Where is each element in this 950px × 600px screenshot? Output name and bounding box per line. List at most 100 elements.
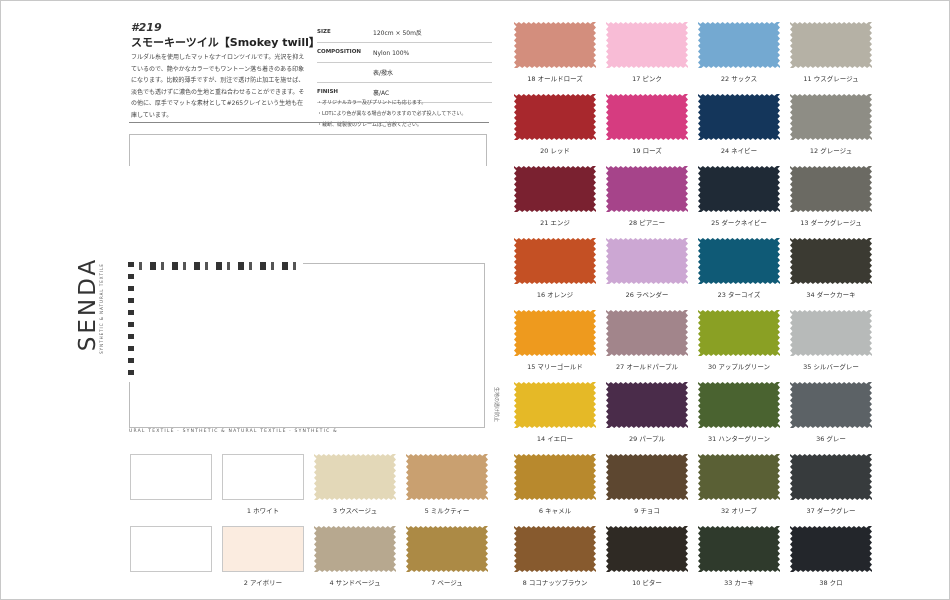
swatch-color: [790, 94, 872, 140]
brand-tagline: SYNTHETIC & NATURAL TEXTILE: [98, 263, 104, 354]
fabric-sample-area-top: [129, 134, 487, 166]
spec-key: COMPOSITION: [317, 49, 361, 55]
swatch-color: [606, 166, 688, 212]
swatch-color: [222, 454, 304, 500]
swatch-card-page: SENDA SYNTHETIC & NATURAL TEXTILE #219 ス…: [0, 0, 950, 600]
color-swatch[interactable]: 24 ネイビー: [698, 94, 780, 155]
swatch-label: 35 シルバーグレー: [803, 363, 859, 371]
spec-row: SIZE 120cm × 50m反: [317, 27, 492, 43]
swatch-color: [698, 94, 780, 140]
spec-key: FINISH: [317, 89, 339, 95]
color-swatch[interactable]: 17 ピンク: [606, 22, 688, 83]
spec-value: 裏/AC: [373, 90, 390, 97]
brand-logo: SENDA: [75, 256, 102, 352]
spec-value: 表/撥水: [373, 70, 394, 77]
header-divider: [129, 122, 489, 123]
swatch-color: [790, 238, 872, 284]
product-code: #219: [131, 21, 162, 34]
color-swatch[interactable]: 23 ターコイズ: [698, 238, 780, 299]
swatch-color: [514, 310, 596, 356]
color-swatch[interactable]: 1 ホワイト: [222, 454, 304, 515]
fabric-sample-area-bottom: [128, 262, 485, 428]
swatch-color: [698, 310, 780, 356]
color-swatch[interactable]: 12 グレージュ: [790, 94, 872, 155]
swatch-color: [606, 94, 688, 140]
swatch-color: [698, 166, 780, 212]
spec-key: SIZE: [317, 29, 331, 35]
color-swatch[interactable]: 33 カーキ: [698, 526, 780, 587]
color-swatch[interactable]: 36 グレー: [790, 382, 872, 443]
swatch-color: [606, 454, 688, 500]
color-swatch[interactable]: 14 イエロー: [514, 382, 596, 443]
color-swatch[interactable]: 18 オールドローズ: [514, 22, 596, 83]
note-item: ・LOTにより色が異なる場合がありますので必ず投入して下さい。: [317, 111, 467, 117]
color-swatch[interactable]: 6 キャメル: [514, 454, 596, 515]
product-title: スモーキーツイル【Smokey twill】: [131, 36, 320, 49]
color-swatch[interactable]: 4 サンドベージュ: [314, 526, 396, 587]
fabric-edge-top: [128, 262, 303, 270]
color-swatch[interactable]: 28 ピアニー: [606, 166, 688, 227]
color-swatch[interactable]: [130, 526, 212, 572]
color-swatch[interactable]: 10 ビター: [606, 526, 688, 587]
swatch-color: [790, 526, 872, 572]
swatch-color: [698, 22, 780, 68]
swatch-color: [790, 454, 872, 500]
swatch-color: [606, 382, 688, 428]
color-swatch[interactable]: 38 クロ: [790, 526, 872, 587]
color-swatch[interactable]: 35 シルバーグレー: [790, 310, 872, 371]
color-swatch[interactable]: 25 ダークネイビー: [698, 166, 780, 227]
color-swatch[interactable]: 13 ダークグレージュ: [790, 166, 872, 227]
swatch-label: 7 ベージュ: [431, 579, 463, 587]
swatch-color: [514, 238, 596, 284]
color-swatch[interactable]: 16 オレンジ: [514, 238, 596, 299]
color-swatch[interactable]: 9 チョコ: [606, 454, 688, 515]
color-swatch[interactable]: 22 サックス: [698, 22, 780, 83]
swatch-color: [698, 454, 780, 500]
swatch-color: [514, 94, 596, 140]
color-swatch[interactable]: 3 ウスベージュ: [314, 454, 396, 515]
color-swatch[interactable]: 2 アイボリー: [222, 526, 304, 587]
vertical-note: 生地の透け防止: [493, 386, 500, 423]
color-swatch[interactable]: 37 ダークグレー: [790, 454, 872, 515]
swatch-color: [314, 526, 396, 572]
product-description: フルダル糸を使用したマットなナイロンツイルです。光沢を抑えているので、艶やかなカ…: [131, 54, 305, 119]
swatch-color: [514, 166, 596, 212]
color-swatch[interactable]: 21 エンジ: [514, 166, 596, 227]
swatch-color: [606, 238, 688, 284]
notes-list: ・オリジナルカラー及びプリントにも応じます。 ・LOTにより色が異なる場合がありま…: [317, 98, 492, 131]
color-swatch[interactable]: [130, 454, 212, 500]
swatch-label: 5 ミルクティー: [424, 507, 470, 515]
color-swatch[interactable]: 32 オリーブ: [698, 454, 780, 515]
color-swatch[interactable]: 29 パープル: [606, 382, 688, 443]
color-swatch[interactable]: 15 マリーゴールド: [514, 310, 596, 371]
color-swatch[interactable]: 7 ベージュ: [406, 526, 488, 587]
color-swatch[interactable]: 20 レッド: [514, 94, 596, 155]
spec-value: Nylon 100%: [373, 50, 410, 57]
spec-key: [317, 69, 373, 78]
color-swatch[interactable]: 27 オールドパープル: [606, 310, 688, 371]
fabric-edge-left: [128, 262, 134, 382]
swatch-color: [514, 382, 596, 428]
color-swatch[interactable]: 26 ラベンダー: [606, 238, 688, 299]
color-swatch[interactable]: 11 ウスグレージュ: [790, 22, 872, 83]
spec-row: 表/撥水: [317, 67, 492, 83]
swatch-color: [790, 310, 872, 356]
swatch-color: [514, 454, 596, 500]
color-swatch[interactable]: 5 ミルクティー: [406, 454, 488, 515]
swatch-color: [222, 526, 304, 572]
swatch-color: [698, 526, 780, 572]
swatch-color: [606, 22, 688, 68]
color-swatch[interactable]: 30 アップルグリーン: [698, 310, 780, 371]
selvedge-text: URAL TEXTILE · SYNTHETIC & NATURAL TEXTI…: [129, 429, 338, 434]
swatch-color: [406, 526, 488, 572]
color-swatch[interactable]: 31 ハンターグリーン: [698, 382, 780, 443]
swatch-color: [606, 310, 688, 356]
color-swatch[interactable]: 19 ローズ: [606, 94, 688, 155]
swatch-label: 38 クロ: [819, 579, 843, 587]
brand-logo-block: SENDA SYNTHETIC & NATURAL TEXTILE: [71, 251, 131, 361]
swatch-label: 36 グレー: [816, 435, 846, 443]
color-swatch[interactable]: 8 ココナッツブラウン: [514, 526, 596, 587]
color-swatch[interactable]: 34 ダークカーキ: [790, 238, 872, 299]
spec-table: SIZE 120cm × 50m反 COMPOSITION Nylon 100% 表/撥…: [317, 27, 492, 107]
swatch-color: [790, 22, 872, 68]
